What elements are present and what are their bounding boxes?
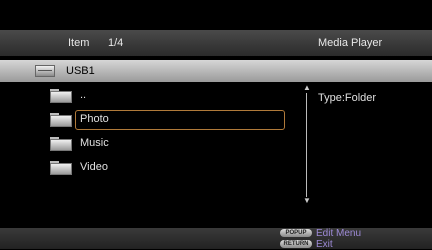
list-item-music[interactable]: Music [0, 134, 300, 154]
item-count: 1/4 [108, 37, 124, 49]
folder-icon [50, 137, 72, 151]
folder-icon [50, 161, 72, 175]
list-item-label: .. [80, 89, 87, 101]
scroll-down-icon[interactable]: ▼ [303, 197, 311, 205]
footer-bar: POPUP Edit Menu RETURN Exit [0, 228, 432, 250]
item-type-info: Type:Folder [318, 92, 377, 104]
list-item-video[interactable]: Video [0, 158, 300, 178]
list-scrollbar[interactable]: ▲ ▼ [303, 84, 311, 206]
path-bar: USB1 [0, 60, 432, 82]
scroll-track [306, 93, 307, 197]
list-item-label: Video [80, 161, 108, 173]
popup-key-icon: POPUP [280, 229, 312, 237]
list-item-photo[interactable]: Photo [0, 110, 300, 130]
list-item-label: Photo [80, 113, 109, 125]
list-item-parent[interactable]: .. [0, 86, 300, 106]
return-key-icon: RETURN [280, 240, 312, 248]
item-label: Item [68, 37, 90, 49]
app-title: Media Player [318, 37, 383, 49]
usb-drive-icon [35, 65, 55, 77]
folder-icon [50, 113, 72, 127]
current-path: USB1 [66, 65, 95, 77]
parent-folder-icon [50, 89, 72, 103]
header-bar: Item 1/4 Media Player [0, 30, 432, 56]
edit-menu-hint: Edit Menu [316, 228, 362, 239]
scroll-up-icon[interactable]: ▲ [303, 84, 311, 92]
list-item-label: Music [80, 137, 109, 149]
file-list: .. Photo Music Video [0, 84, 300, 224]
exit-hint: Exit [316, 239, 333, 250]
top-blank-area [0, 0, 432, 30]
